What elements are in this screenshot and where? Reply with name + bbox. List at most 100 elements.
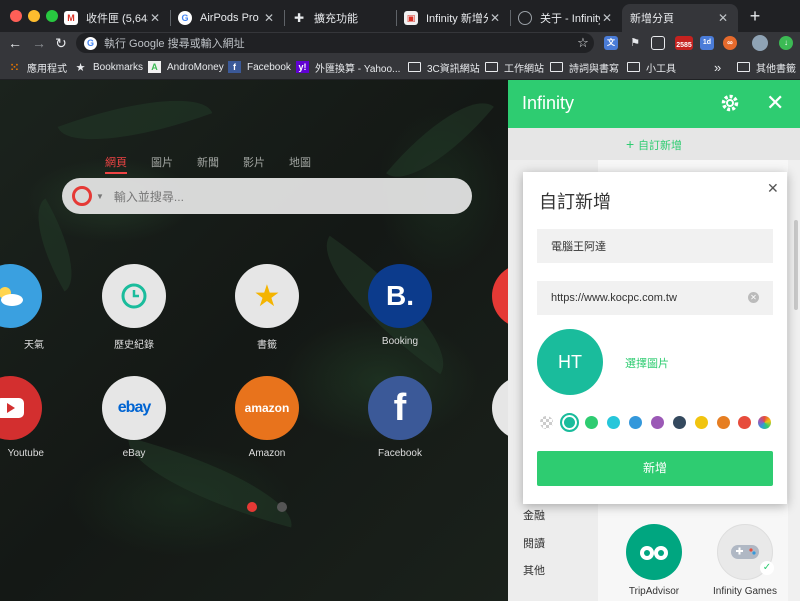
category-reading[interactable]: 閱讀 <box>523 535 545 551</box>
color-swatch-green[interactable] <box>585 416 598 429</box>
back-icon[interactable]: ← <box>6 34 24 52</box>
installed-check-icon: ✓ <box>760 561 774 575</box>
search-tab-web[interactable]: 網頁 <box>105 154 127 174</box>
app-tripadvisor[interactable]: TripAdvisor <box>609 524 699 597</box>
other-bookmarks[interactable]: 其他書籤 <box>737 59 796 75</box>
window-extension-icon[interactable] <box>651 36 665 50</box>
bookmark-folder-tools[interactable]: 小工具 <box>627 59 676 75</box>
search-tab-news[interactable]: 新聞 <box>197 154 219 174</box>
mail-extension-icon[interactable]: 2585 <box>675 36 693 50</box>
close-icon[interactable]: ✕ <box>766 90 784 116</box>
search-input[interactable]: ▼ 輸入並搜尋... <box>62 178 472 214</box>
add-button[interactable]: 新增 <box>537 451 773 486</box>
site-url-field[interactable]: https://www.kocpc.com.tw ✕ <box>537 281 773 315</box>
translate-extension-icon[interactable]: 文 <box>604 36 618 50</box>
new-tab-button[interactable]: + <box>745 6 765 26</box>
facebook-logo-text: f <box>393 386 407 429</box>
site-partial-right-2[interactable] <box>492 376 508 440</box>
site-weather[interactable]: 天氣 <box>0 264 50 351</box>
color-swatch-blue[interactable] <box>629 416 642 429</box>
bookmark-folder-3c[interactable]: 3C資訊網站 <box>408 59 480 75</box>
folder-icon <box>627 61 640 73</box>
minimize-window-button[interactable] <box>28 10 40 22</box>
color-swatch-rainbow[interactable] <box>758 416 771 429</box>
color-swatch-teal-selected[interactable] <box>560 413 579 432</box>
bookmark-folder-work[interactable]: 工作網站 <box>485 59 544 75</box>
bookmark-bookmarks[interactable]: ★ Bookmarks <box>74 59 143 75</box>
gear-icon[interactable] <box>720 93 740 113</box>
custom-add-dialog: 自訂新增 ✕ 電腦王阿達 https://www.kocpc.com.tw ✕ … <box>523 172 787 504</box>
site-name-field[interactable]: 電腦王阿達 <box>537 229 773 263</box>
bookmark-andromoney[interactable]: A AndroMoney <box>148 59 224 75</box>
site-amazon[interactable]: amazon Amazon <box>227 376 307 459</box>
clear-input-icon[interactable]: ✕ <box>748 292 759 303</box>
tab-strip: M 收件匣 (5,643) - ✕ G AirPods Pro - Go ✕ ✚… <box>0 0 800 32</box>
bookmark-label: 外匯換算 - Yahoo... <box>315 63 401 75</box>
site-partial-right-1[interactable] <box>492 264 508 328</box>
flag-extension-icon[interactable]: ⚑ <box>628 36 642 50</box>
site-history[interactable]: 歷史紀錄 <box>94 264 174 351</box>
color-swatch-purple[interactable] <box>651 416 664 429</box>
folder-icon <box>408 61 421 73</box>
bookmark-label: 應用程式 <box>27 63 67 75</box>
page-dot-2[interactable] <box>277 502 287 512</box>
bookmarks-overflow-button[interactable]: » <box>714 59 721 75</box>
color-swatch-transparent[interactable] <box>540 416 553 429</box>
site-bookmarks[interactable]: ★ 書籤 <box>227 264 307 351</box>
bookmark-apps[interactable]: ⁙ 應用程式 <box>8 59 67 75</box>
choose-image-link[interactable]: 選擇圖片 <box>625 355 669 371</box>
close-icon[interactable]: ✕ <box>767 180 779 197</box>
app-infinity-games[interactable]: ✓ Infinity Games <box>700 524 790 597</box>
bookmark-yahoo[interactable]: y! 外匯換算 - Yahoo... <box>296 59 400 75</box>
search-tab-images[interactable]: 圖片 <box>151 154 173 174</box>
address-bar[interactable]: G 執行 Google 搜尋或輸入網址 ☆ <box>76 33 594 53</box>
tab-new-tab[interactable]: 新增分頁 ✕ <box>622 4 738 32</box>
update-icon[interactable]: ↓ <box>779 36 793 50</box>
tab-label: 收件匣 (5,643) - <box>86 13 148 25</box>
reload-icon[interactable]: ↻ <box>52 34 70 52</box>
panel-scrollbar[interactable] <box>794 220 798 310</box>
tab-about-infinity[interactable]: 关于 - Infinity 的 ✕ <box>510 4 622 32</box>
close-tab-icon[interactable]: ✕ <box>148 11 162 25</box>
site-url-value: https://www.kocpc.com.tw <box>551 292 677 304</box>
chevron-down-icon[interactable]: ▼ <box>96 192 104 201</box>
search-tab-maps[interactable]: 地圖 <box>289 154 311 174</box>
tab-infinity-store[interactable]: ▣ Infinity 新增分頁 ✕ <box>396 4 510 32</box>
color-swatch-yellow[interactable] <box>695 416 708 429</box>
category-other[interactable]: 其他 <box>523 562 545 578</box>
close-window-button[interactable] <box>10 10 22 22</box>
close-tab-icon[interactable]: ✕ <box>600 11 614 25</box>
tab-extensions[interactable]: ✚ 擴充功能 <box>284 4 396 32</box>
bookmark-folder-poetry[interactable]: 詩詞與書寫 <box>550 59 619 75</box>
color-swatch-navy[interactable] <box>673 416 686 429</box>
color-swatch-orange[interactable] <box>717 416 730 429</box>
profile-avatar[interactable] <box>752 35 768 51</box>
page-dot-1[interactable] <box>247 502 257 512</box>
site-label: Facebook <box>378 448 422 459</box>
search-engine-icon[interactable] <box>72 186 92 206</box>
add-custom-button[interactable]: + 自訂新增 <box>508 128 800 160</box>
pocket-extension-icon[interactable]: ∞ <box>723 36 737 50</box>
bookmark-star-icon[interactable]: ☆ <box>572 35 594 51</box>
tab-airpods[interactable]: G AirPods Pro - Go ✕ <box>170 4 284 32</box>
category-finance[interactable]: 金融 <box>523 507 545 523</box>
tab-gmail[interactable]: M 收件匣 (5,643) - ✕ <box>56 4 170 32</box>
booking-logo-text: B. <box>386 280 414 311</box>
search-tab-videos[interactable]: 影片 <box>243 154 265 174</box>
site-facebook[interactable]: f Facebook <box>360 376 440 459</box>
ebay-logo-icon: ebay <box>102 376 166 440</box>
forward-icon[interactable]: → <box>30 34 48 52</box>
close-tab-icon[interactable]: ✕ <box>488 11 502 25</box>
site-booking[interactable]: B. Booking <box>360 264 440 347</box>
close-tab-icon[interactable]: ✕ <box>716 11 730 25</box>
bookmark-facebook[interactable]: f Facebook <box>228 59 291 75</box>
color-swatch-cyan[interactable] <box>607 416 620 429</box>
site-ebay[interactable]: ebay eBay <box>94 376 174 459</box>
color-swatch-red[interactable] <box>738 416 751 429</box>
close-tab-icon[interactable]: ✕ <box>262 11 276 25</box>
app-icon <box>492 264 508 328</box>
calendar-extension-icon[interactable]: 1d <box>700 36 714 50</box>
site-name-value: 電腦王阿達 <box>551 241 606 253</box>
site-youtube[interactable]: Youtube <box>0 376 50 459</box>
star-icon: ★ <box>235 264 299 328</box>
